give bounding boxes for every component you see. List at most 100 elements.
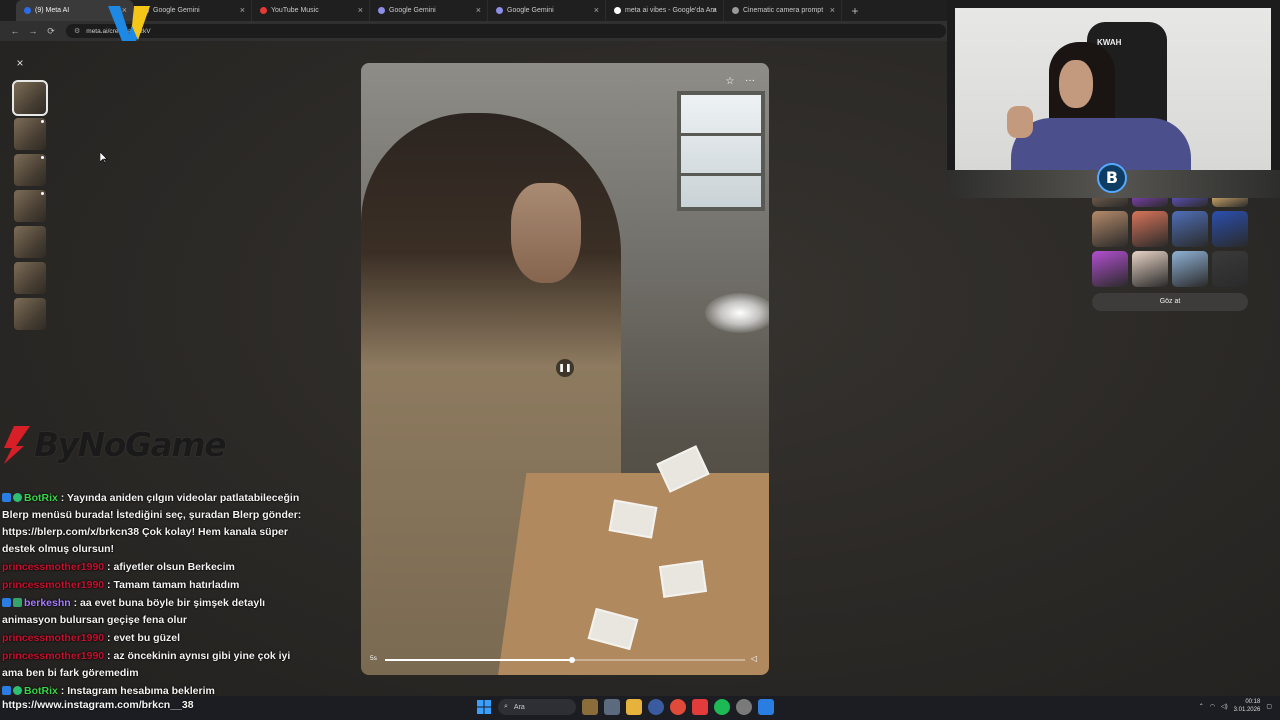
browser-tab[interactable]: YouTube Music × <box>252 0 370 21</box>
app-icon[interactable] <box>736 699 752 715</box>
chat-badge-icon <box>2 493 11 502</box>
tab-close-icon[interactable]: × <box>830 5 835 15</box>
tab-close-icon[interactable]: × <box>358 5 363 15</box>
chat-badge-icon <box>2 598 11 607</box>
favorite-star-icon[interactable]: ☆ <box>723 75 737 89</box>
thumbnail-item[interactable] <box>14 298 46 330</box>
grid-image-item[interactable] <box>1172 197 1208 207</box>
grid-image-item[interactable] <box>1092 251 1128 287</box>
windows-taskbar: https://www.instagram.com/brkcn__38 ⌕ Ar… <box>0 696 1280 720</box>
grid-image-item[interactable] <box>1212 197 1248 207</box>
unseen-dot-icon <box>41 192 44 195</box>
tab-label: (9) Meta AI <box>35 7 70 14</box>
tab-close-icon[interactable]: × <box>240 5 245 15</box>
spotify-icon[interactable] <box>714 699 730 715</box>
site-info-icon[interactable]: ⚙ <box>74 27 80 35</box>
chat-message: princessmother1990 : evet bu güzel <box>2 630 307 647</box>
chat-message: berkeshn : aa evet buna böyle bir şimşek… <box>2 595 307 629</box>
volume-icon[interactable]: ◁ <box>751 654 757 663</box>
task-view-icon[interactable] <box>604 699 620 715</box>
thumbnail-item[interactable] <box>14 190 46 222</box>
start-menu-icon[interactable] <box>476 699 492 715</box>
chat-username[interactable]: princessmother1990 <box>2 632 104 644</box>
notification-icon[interactable]: ▢ <box>1266 703 1272 710</box>
chat-username[interactable]: BotRix <box>24 492 58 504</box>
reload-button[interactable]: ⟳ <box>42 26 60 37</box>
webcam-overlay: KWAH B <box>947 0 1280 198</box>
video-progress-bar[interactable] <box>385 657 745 663</box>
file-explorer-icon[interactable] <box>626 699 642 715</box>
thumbnail-item[interactable] <box>14 154 46 186</box>
chat-badge-icon <box>13 686 22 695</box>
tray-chevron-icon[interactable]: ⌃ <box>1199 703 1204 710</box>
tab-label: Cinematic camera prompt <box>743 7 824 14</box>
unseen-dot-icon <box>41 120 44 123</box>
browser-tab[interactable]: Cinematic camera prompt × <box>724 0 842 21</box>
chat-text: evet bu güzel <box>113 632 180 644</box>
grid-image-item[interactable] <box>1212 251 1248 287</box>
tab-favicon-icon <box>496 7 503 14</box>
chrome-icon[interactable] <box>670 699 686 715</box>
browser-tab[interactable]: meta ai vibes - Google'da Ara × <box>606 0 724 21</box>
volume-tray-icon[interactable]: ◁) <box>1221 703 1228 710</box>
chat-username[interactable]: princessmother1990 <box>2 650 104 662</box>
grid-image-item[interactable] <box>1172 211 1208 247</box>
chat-badge-icon <box>2 686 11 695</box>
clock-time: 00:18 <box>1245 699 1261 705</box>
video-player[interactable]: ☆ ··· ❚❚ 5s ◁ <box>361 63 769 675</box>
chat-message: princessmother1990 : Tamam tamam hatırla… <box>2 577 307 594</box>
discord-icon[interactable] <box>648 699 664 715</box>
brave-icon[interactable] <box>692 699 708 715</box>
bynogame-logo: ByNoGame <box>0 422 227 466</box>
clock-date: 3.01.2026 <box>1233 707 1261 713</box>
thumbnail-item[interactable] <box>14 118 46 150</box>
video-scene-face <box>511 183 581 283</box>
close-viewer-button[interactable]: × <box>13 56 27 70</box>
video-progress-fill <box>385 659 573 661</box>
streamer-face <box>1059 60 1093 108</box>
grid-image-item[interactable] <box>1092 211 1128 247</box>
tab-close-icon[interactable]: × <box>476 5 481 15</box>
grid-image-item[interactable] <box>1092 197 1128 207</box>
back-button[interactable]: ← <box>6 26 24 36</box>
browser-tab[interactable]: Google Gemini × <box>488 0 606 21</box>
video-scene-photo <box>658 560 708 598</box>
browser-tab[interactable]: Google Gemini × <box>370 0 488 21</box>
address-bar[interactable]: ⚙ meta.ai/crea...asmzkV <box>66 24 946 38</box>
taskbar-search[interactable]: ⌕ Ara <box>498 699 576 715</box>
chat-message: BotRix : Yayında aniden çılgın videolar … <box>2 490 307 558</box>
video-time: 5s <box>370 655 377 662</box>
taskbar-apps: ⌕ Ara <box>476 699 774 715</box>
thumbnail-item[interactable] <box>14 262 46 294</box>
video-scene-lamp <box>705 293 769 333</box>
grid-image-item[interactable] <box>1132 251 1168 287</box>
tab-label: Google Gemini <box>389 7 436 14</box>
chat-message: princessmother1990 : afiyetler olsun Ber… <box>2 559 307 576</box>
grid-image-item[interactable] <box>1172 251 1208 287</box>
system-clock[interactable]: 00:18 3.01.2026 <box>1234 698 1261 714</box>
thumbnail-item[interactable] <box>14 226 46 258</box>
grid-image-item[interactable] <box>1132 197 1168 207</box>
tab-close-icon[interactable]: × <box>712 5 717 15</box>
browse-button[interactable]: Göz at <box>1092 293 1248 311</box>
grid-image-item[interactable] <box>1212 211 1248 247</box>
tab-close-icon[interactable]: × <box>594 5 599 15</box>
thumbnail-item[interactable] <box>12 80 48 116</box>
widgets-icon[interactable] <box>582 699 598 715</box>
chat-username[interactable]: princessmother1990 <box>2 579 104 591</box>
tab-label: meta ai vibes - Google'da Ara <box>625 7 717 14</box>
chat-username[interactable]: princessmother1990 <box>2 561 104 573</box>
tab-favicon-icon <box>260 7 267 14</box>
new-tab-button[interactable]: + <box>848 4 862 18</box>
more-options-icon[interactable]: ··· <box>743 75 757 89</box>
bynogame-mark-icon <box>4 426 30 464</box>
inspiration-grid <box>1092 197 1248 287</box>
forward-button[interactable]: → <box>24 26 42 36</box>
network-icon[interactable]: ◠ <box>1210 703 1215 710</box>
system-tray: ⌃ ◠ ◁) 00:18 3.01.2026 ▢ <box>1199 698 1272 714</box>
chat-username[interactable]: berkeshn <box>24 597 71 609</box>
app-icon[interactable] <box>758 699 774 715</box>
tab-favicon-icon <box>732 7 739 14</box>
pause-button[interactable]: ❚❚ <box>556 359 574 377</box>
grid-image-item[interactable] <box>1132 211 1168 247</box>
